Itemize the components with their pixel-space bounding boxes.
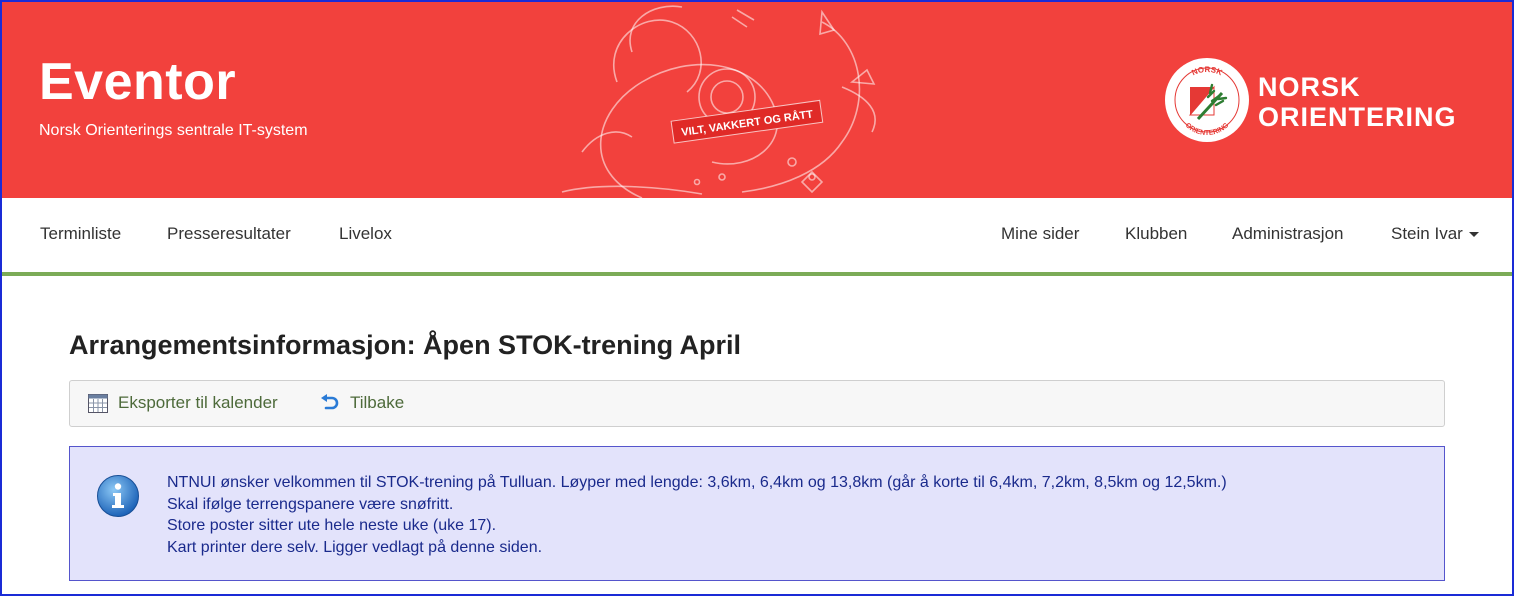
back-button[interactable]: Tilbake bbox=[320, 393, 404, 413]
site-title[interactable]: Eventor bbox=[39, 52, 236, 112]
calendar-icon bbox=[88, 393, 108, 413]
logo-wordmark-line1: NORSK bbox=[1258, 72, 1361, 102]
page-title: Arrangementsinformasjon: Åpen STOK-treni… bbox=[69, 330, 742, 360]
event-info-box: NTNUI ønsker velkommen til STOK-trening … bbox=[69, 446, 1445, 581]
site-subtitle: Norsk Orienterings sentrale IT-system bbox=[39, 122, 308, 139]
nav-livelox[interactable]: Livelox bbox=[339, 224, 392, 244]
user-menu-dropdown[interactable]: Stein Ivar bbox=[1391, 224, 1479, 244]
info-line-4: Kart printer dere selv. Ligger vedlagt p… bbox=[167, 538, 543, 556]
info-line-1: NTNUI ønsker velkommen til STOK-trening … bbox=[167, 474, 1227, 491]
event-toolbar: Eksporter til kalender Tilbake bbox=[69, 380, 1445, 427]
logo-wordmark-line2: ORIENTERING bbox=[1258, 102, 1457, 132]
back-label: Tilbake bbox=[350, 393, 405, 412]
export-calendar-button[interactable]: Eksporter til kalender bbox=[88, 393, 278, 413]
export-calendar-label: Eksporter til kalender bbox=[118, 393, 278, 412]
nav-terminliste[interactable]: Terminliste bbox=[40, 224, 121, 244]
nav-klubben[interactable]: Klubben bbox=[1125, 224, 1187, 244]
undo-arrow-icon bbox=[321, 394, 339, 410]
header-decoration-illustration: VILT, VAKKERT OG RÅTT bbox=[561, 5, 876, 198]
browser-frame: Eventor Norsk Orienterings sentrale IT-s… bbox=[0, 0, 1514, 596]
nav-mine-sider[interactable]: Mine sider bbox=[1001, 224, 1079, 244]
caret-down-icon bbox=[1468, 232, 1479, 238]
nav-presseresultater[interactable]: Presseresultater bbox=[167, 224, 291, 244]
info-icon bbox=[97, 475, 139, 517]
info-line-3: Store poster sitter ute hele neste uke (… bbox=[167, 517, 497, 534]
logo-wordmark[interactable]: NORSK ORIENTERING bbox=[1258, 72, 1457, 132]
event-info-text: NTNUI ønsker velkommen til STOK-trening … bbox=[167, 472, 1227, 558]
norsk-orientering-logo[interactable]: NORSK ORIENTERING bbox=[1164, 57, 1250, 143]
user-menu-label: Stein Ivar bbox=[1391, 224, 1463, 243]
main-navbar: Terminliste Presseresultater Livelox Min… bbox=[2, 198, 1512, 276]
info-line-2: Skal ifølge terrengspanere være snøfritt… bbox=[167, 495, 454, 513]
site-header: Eventor Norsk Orienterings sentrale IT-s… bbox=[2, 2, 1512, 198]
nav-administrasjon[interactable]: Administrasjon bbox=[1232, 224, 1344, 244]
